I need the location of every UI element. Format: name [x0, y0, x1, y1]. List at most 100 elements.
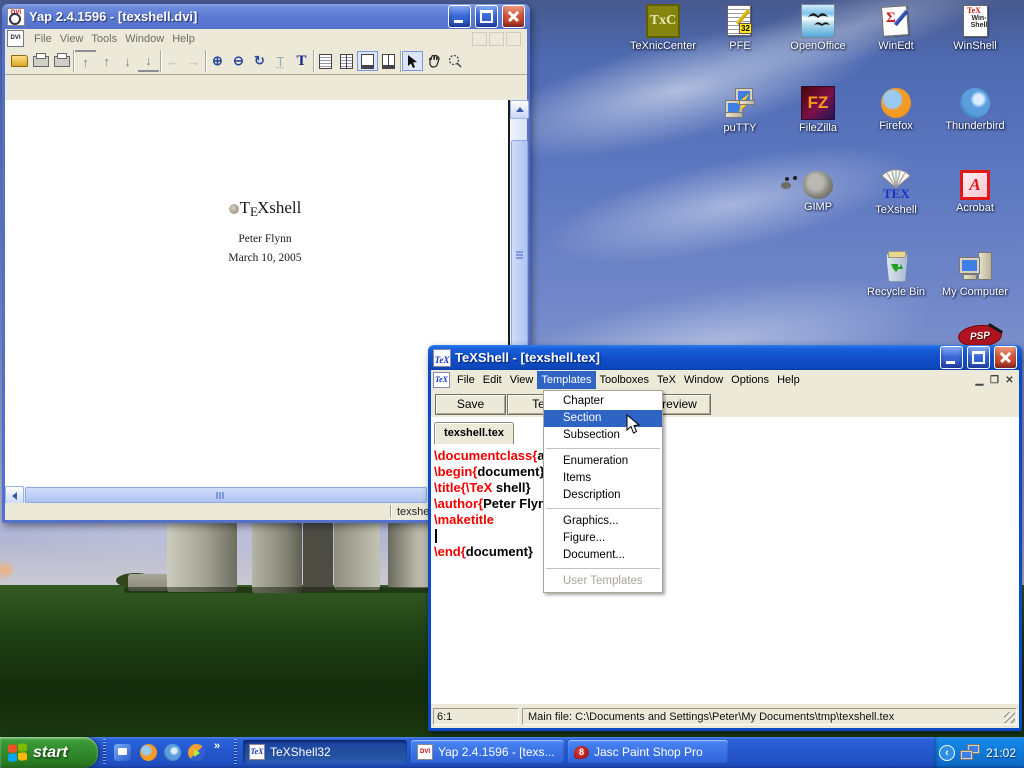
- mdi-minimize-button[interactable]: ▁: [972, 374, 987, 387]
- quicklaunch-mediaplayer-icon[interactable]: [188, 744, 205, 761]
- menu-item-description[interactable]: Description: [544, 487, 662, 504]
- hscroll-thumb[interactable]: [25, 487, 427, 503]
- acrobat-icon: A: [960, 170, 990, 200]
- tab-texshell-tex[interactable]: texshell.tex: [434, 422, 514, 444]
- menu-view[interactable]: View: [506, 371, 538, 389]
- facing-pages-icon[interactable]: [336, 51, 357, 71]
- show-desktop-icon[interactable]: [114, 744, 131, 761]
- yap-menu-window[interactable]: Window: [121, 30, 168, 48]
- menu-tex[interactable]: TeX: [653, 371, 680, 389]
- taskbar: start » TeX TeXShell32 DVI Yap 2.4.1596 …: [0, 737, 1024, 768]
- menu-item-items[interactable]: Items: [544, 470, 662, 487]
- desktop-icon-mycomputer[interactable]: My Computer: [936, 250, 1014, 298]
- tray-collapse-chevron[interactable]: ‹: [939, 745, 955, 761]
- menu-item-document[interactable]: Document...: [544, 547, 662, 564]
- yap-menu-file[interactable]: File: [30, 30, 56, 48]
- openoffice-icon: [801, 4, 835, 38]
- close-button[interactable]: [502, 5, 525, 28]
- desktop-icon-acrobat[interactable]: A Acrobat: [936, 168, 1014, 214]
- desktop-icon-filezilla[interactable]: FZ FileZilla: [779, 86, 857, 134]
- desktop-icon-texniccenter[interactable]: TxC TeXnicCenter: [624, 4, 702, 52]
- pages-bar-view-icon[interactable]: [378, 51, 399, 71]
- maximize-button[interactable]: [475, 5, 498, 28]
- quicklaunch-thunderbird-icon[interactable]: [164, 744, 181, 761]
- close-button[interactable]: [994, 346, 1017, 369]
- menu-window[interactable]: Window: [680, 371, 727, 389]
- desktop-icon-gimp[interactable]: GIMP: [779, 168, 857, 213]
- taskbar-separator: [234, 739, 237, 765]
- mdi-restore-button[interactable]: ❐: [987, 374, 1002, 387]
- resize-grip[interactable]: [1004, 712, 1015, 723]
- task-button-texshell32[interactable]: TeX TeXShell32: [243, 740, 407, 764]
- pfe-icon: 32: [723, 4, 757, 38]
- menu-item-figure[interactable]: Figure...: [544, 530, 662, 547]
- menu-file[interactable]: File: [453, 371, 479, 389]
- desktop-icon-firefox[interactable]: Firefox: [857, 86, 935, 132]
- menu-item-subsection[interactable]: Subsection: [544, 427, 662, 444]
- yap-menu-tools[interactable]: Tools: [87, 30, 121, 48]
- zoom-out-icon[interactable]: ⊖: [228, 51, 249, 71]
- menu-toolboxes[interactable]: Toolboxes: [596, 371, 654, 389]
- yap-menu-view[interactable]: View: [56, 30, 88, 48]
- icon-label: GIMP: [779, 201, 857, 213]
- stone: [167, 522, 237, 592]
- menu-item-graphics[interactable]: Graphics...: [544, 513, 662, 530]
- texshell-titlebar[interactable]: TeX TeXShell - [texshell.tex]: [428, 345, 1022, 370]
- texshell-menubar: TeX File Edit View Templates Toolboxes T…: [431, 370, 1019, 390]
- maximize-button[interactable]: [967, 346, 990, 369]
- yap-titlebar[interactable]: DVI Yap 2.4.1596 - [texshell.dvi]: [2, 4, 530, 29]
- menu-item-enumeration[interactable]: Enumeration: [544, 453, 662, 470]
- icon-label: FileZilla: [779, 122, 857, 134]
- menu-edit[interactable]: Edit: [479, 371, 506, 389]
- mdi-close-button[interactable]: ✕: [1002, 374, 1017, 387]
- editor[interactable]: \documentclass{article} \begin{document}…: [431, 444, 1019, 704]
- text-ruler-icon[interactable]: T: [270, 51, 291, 71]
- menu-item-section[interactable]: Section: [544, 410, 662, 427]
- menu-separator: [546, 448, 660, 449]
- minimize-button[interactable]: [448, 5, 471, 28]
- menu-options[interactable]: Options: [727, 371, 773, 389]
- last-page-icon[interactable]: ↓: [138, 50, 159, 72]
- desktop-icon-pfe[interactable]: 32 PFE: [701, 4, 779, 52]
- menu-item-chapter[interactable]: Chapter: [544, 393, 662, 410]
- hand-tool-icon[interactable]: [423, 51, 444, 71]
- forward-icon[interactable]: →: [183, 51, 204, 71]
- scroll-up-button[interactable]: [510, 100, 529, 119]
- menu-templates[interactable]: Templates: [537, 371, 595, 389]
- magnifier-tool-icon[interactable]: [444, 51, 465, 71]
- next-page-icon[interactable]: ↓: [117, 51, 138, 71]
- windows-logo-icon: [8, 742, 28, 762]
- back-icon[interactable]: ←: [162, 51, 183, 71]
- stones-shadow: [124, 587, 432, 593]
- desktop-icon-thunderbird[interactable]: Thunderbird: [936, 86, 1014, 132]
- task-button-paintshoppro[interactable]: 8 Jasc Paint Shop Pro: [568, 740, 728, 764]
- print-setup-icon[interactable]: [51, 51, 72, 71]
- desktop-icon-texshell[interactable]: TEX TeXshell: [857, 168, 935, 216]
- save-button[interactable]: Save: [435, 394, 506, 415]
- desktop-icon-putty[interactable]: ⚡ puTTY: [701, 86, 779, 134]
- desktop-icon-openoffice[interactable]: OpenOffice: [779, 4, 857, 52]
- menu-item-user-templates[interactable]: User Templates: [544, 573, 662, 590]
- open-icon[interactable]: [9, 51, 30, 71]
- page-bar-view-icon[interactable]: [357, 51, 378, 71]
- quicklaunch-overflow-chevron[interactable]: »: [214, 740, 220, 752]
- refresh-icon[interactable]: ↻: [249, 51, 270, 71]
- network-tray-icon[interactable]: [959, 744, 981, 762]
- pointer-tool-icon[interactable]: [402, 51, 423, 71]
- minimize-button[interactable]: [940, 346, 963, 369]
- thunderbird-icon: [960, 88, 990, 118]
- print-icon[interactable]: [30, 51, 51, 71]
- desktop-icon-winedt[interactable]: Σ WinEdt: [857, 4, 935, 52]
- quicklaunch-firefox-icon[interactable]: [140, 744, 157, 761]
- desktop-icon-recyclebin[interactable]: Recycle Bin: [857, 250, 935, 298]
- single-page-icon[interactable]: [315, 51, 336, 71]
- yap-menu-help[interactable]: Help: [168, 30, 199, 48]
- menu-help[interactable]: Help: [773, 371, 804, 389]
- text-icon[interactable]: T: [291, 51, 312, 71]
- zoom-in-icon[interactable]: ⊕: [207, 51, 228, 71]
- desktop-icon-winshell[interactable]: TeX Win-Shell WinShell: [936, 4, 1014, 52]
- prev-page-icon[interactable]: ↑: [96, 51, 117, 71]
- task-button-yap[interactable]: DVI Yap 2.4.1596 - [texs...: [411, 740, 564, 764]
- start-button[interactable]: start: [0, 737, 98, 768]
- first-page-icon[interactable]: ↑: [75, 50, 96, 72]
